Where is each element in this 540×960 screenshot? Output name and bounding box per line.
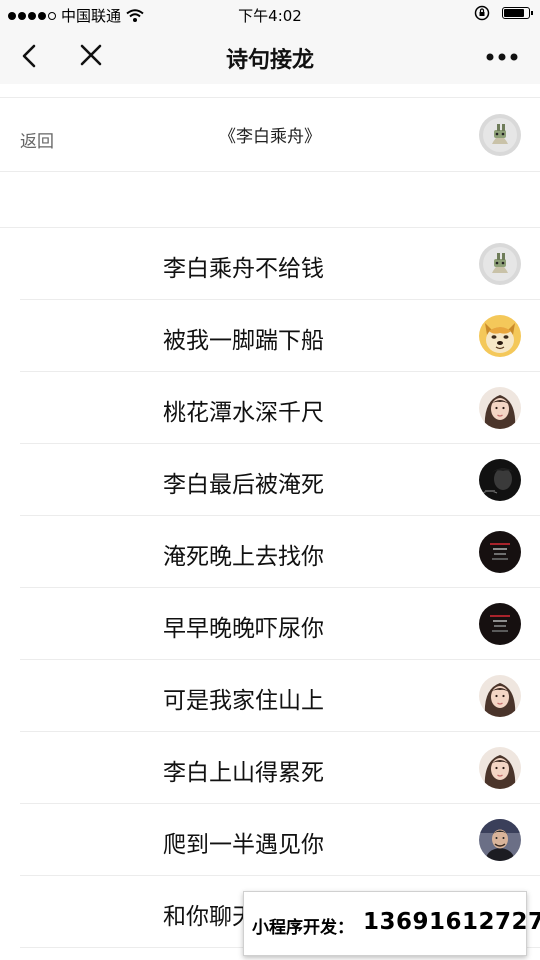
poem-header: 返回 《李白乘舟》: [0, 97, 540, 172]
dog-avatar[interactable]: [479, 315, 521, 357]
poem-line-text: 李白上山得累死: [163, 760, 324, 786]
poem-line-text: 可是我家住山上: [163, 688, 324, 714]
status-time: 下午4:02: [238, 7, 302, 25]
status-bar: 中国联通 下午4:02: [0, 0, 540, 28]
page-title: 诗句接龙: [225, 48, 314, 73]
promo-phone: 13691612727: [363, 909, 540, 935]
nav-bar: 诗句接龙: [0, 28, 540, 84]
dark-avatar[interactable]: [479, 459, 521, 501]
red-text-avatar[interactable]: [479, 603, 521, 645]
poem-line-text: 和你聊天: [163, 904, 255, 930]
poem-line-row: 淹死晚上去找你: [0, 516, 540, 588]
poem-line-row: 可是我家住山上: [0, 660, 540, 732]
poem-line-text: 淹死晚上去找你: [163, 544, 324, 570]
poem-line-row: 李白上山得累死: [0, 732, 540, 804]
poem-line-text: 爬到一半遇见你: [163, 832, 324, 858]
poem-line-list: 李白乘舟不给钱 被我一脚踹下船 桃花潭水深千尺 李白最后被淹死 淹死晚上去找你 早早晚晚吓…: [0, 228, 540, 948]
poem-line-row: 被我一脚踹下船: [0, 300, 540, 372]
girl-avatar[interactable]: [479, 675, 521, 717]
poem-title: 《李白乘舟》: [219, 127, 321, 147]
poem-line-text: 桃花潭水深千尺: [163, 400, 324, 426]
girl-avatar[interactable]: [479, 747, 521, 789]
poem-line-text: 李白乘舟不给钱: [163, 256, 324, 282]
red-text-avatar[interactable]: [479, 531, 521, 573]
poem-line-row: 李白乘舟不给钱: [0, 228, 540, 300]
status-right: [474, 5, 533, 21]
poem-line-row: 李白最后被淹死: [0, 444, 540, 516]
poem-line-row: 桃花潭水深千尺: [0, 372, 540, 444]
poem-line-text: 李白最后被淹死: [163, 472, 324, 498]
promo-banner: 小程序开发： 13691612727: [243, 891, 540, 956]
poem-line-row: 早早晚晚吓尿你: [0, 588, 540, 660]
battery-level: [504, 9, 524, 17]
author-avatar[interactable]: [479, 114, 521, 156]
cartoon-avatar[interactable]: [479, 243, 521, 285]
battery-icon: [502, 7, 533, 19]
poem-line-row: 爬到一半遇见你: [0, 804, 540, 876]
man-avatar[interactable]: [479, 819, 521, 861]
poem-line-text: 被我一脚踹下船: [163, 328, 324, 354]
girl-avatar[interactable]: [479, 387, 521, 429]
more-icon[interactable]: [482, 42, 522, 72]
poem-line-text: 早早晚晚吓尿你: [163, 616, 324, 642]
rotation-lock-icon: [474, 5, 490, 21]
promo-label: 小程序开发：: [252, 918, 354, 938]
